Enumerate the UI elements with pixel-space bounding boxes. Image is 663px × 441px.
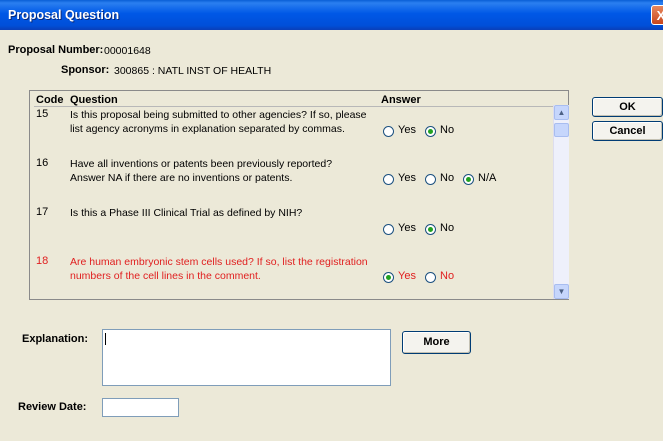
proposal-number-value: 00001648 [104,45,151,57]
question-text: Have all inventions or patents been prev… [70,157,370,185]
scroll-thumb[interactable] [554,123,569,137]
radio-yes-label: Yes [398,222,416,234]
window-title: Proposal Question [8,8,120,22]
question-code: 17 [36,206,49,218]
ok-button[interactable]: OK [592,97,663,117]
radio-yes[interactable] [383,174,394,185]
question-text-line: Is this a Phase III Clinical Trial as de… [70,207,303,219]
radio-na[interactable] [463,174,474,185]
more-button[interactable]: More [402,331,471,354]
radio-no[interactable] [425,272,436,283]
radio-yes-label: Yes [398,172,416,184]
radio-no-label: No [440,222,455,234]
radio-no-label: No [440,124,455,136]
question-code: 15 [36,108,49,120]
radio-no-label: No [440,172,455,184]
question-text-line: Have all inventions or patents been prev… [70,158,333,170]
column-header-question: Question [70,94,118,106]
question-row: 16 Have all inventions or patents been p… [30,157,550,203]
question-text-line: list agency acronyms in explanation sepa… [70,123,345,135]
explanation-label: Explanation: [22,333,89,345]
radio-yes-label: Yes [398,124,416,136]
scroll-up-icon[interactable]: ▲ [554,105,569,120]
close-icon[interactable]: X [651,5,663,25]
radio-na-label: N/A [478,172,497,184]
radio-no[interactable] [425,174,436,185]
vertical-scrollbar[interactable]: ▲ ▼ [553,105,569,299]
radio-yes[interactable] [383,272,394,283]
sponsor-label: Sponsor: [61,64,110,76]
column-header-code: Code [36,94,64,106]
scroll-down-icon[interactable]: ▼ [554,284,569,299]
radio-no[interactable] [425,224,436,235]
questions-grid: Code Question Answer 15 Is this proposal… [29,90,569,300]
radio-yes[interactable] [383,126,394,137]
question-text-line: numbers of the cell lines in the comment… [70,270,261,282]
question-code: 16 [36,157,49,169]
question-text: Is this a Phase III Clinical Trial as de… [70,206,370,220]
question-code: 18 [36,255,49,267]
question-text-line: Are human embryonic stem cells used? If … [70,256,368,268]
column-header-answer: Answer [381,94,421,106]
sponsor-value: 300865 : NATL INST OF HEALTH [114,65,272,77]
text-cursor [105,333,106,345]
radio-no-label: No [440,270,455,282]
question-text-line: Answer NA if there are no inventions or … [70,172,293,184]
question-text: Are human embryonic stem cells used? If … [70,255,370,283]
review-date-label: Review Date: [18,401,87,413]
cancel-button[interactable]: Cancel [592,121,663,141]
question-text-line: Is this proposal being submitted to othe… [70,109,367,121]
radio-no[interactable] [425,126,436,137]
title-bar: Proposal Question X [0,0,663,30]
question-row: 18 Are human embryonic stem cells used? … [30,255,550,301]
radio-yes[interactable] [383,224,394,235]
question-text: Is this proposal being submitted to othe… [70,108,370,136]
review-date-field[interactable] [102,398,179,417]
radio-yes-label: Yes [398,270,416,282]
header-divider [34,106,554,107]
question-row: 17 Is this a Phase III Clinical Trial as… [30,206,550,252]
question-row: 15 Is this proposal being submitted to o… [30,108,550,154]
explanation-field[interactable] [102,329,391,386]
proposal-number-label: Proposal Number: [8,44,104,56]
